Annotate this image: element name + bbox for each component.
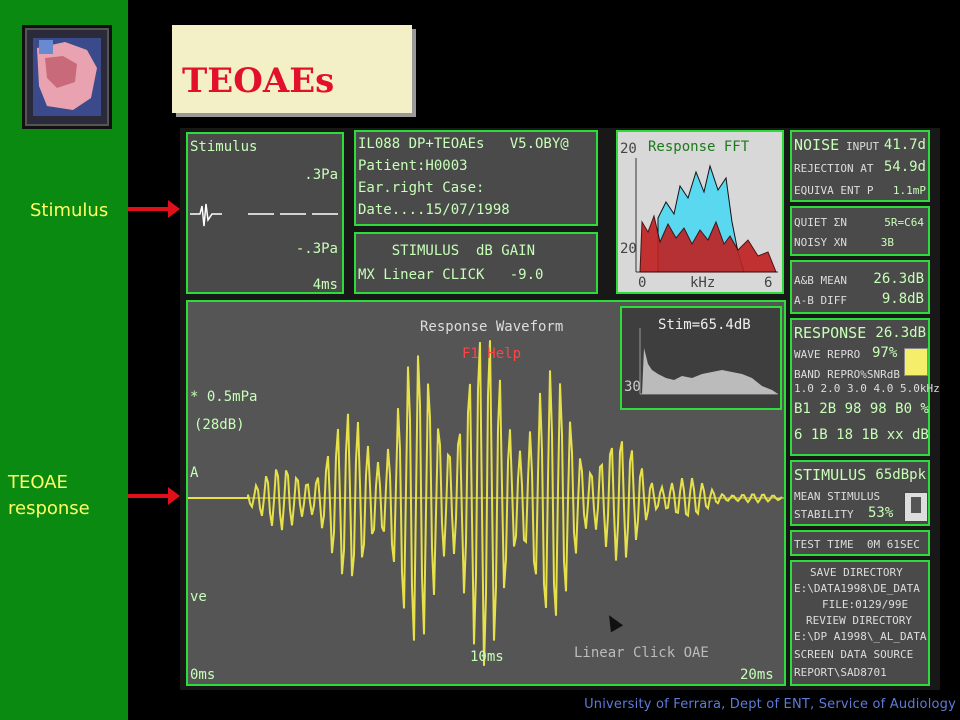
stim-spectrum-plot	[639, 328, 778, 395]
stimulus-summary-panel: STIMULUS 65dBpk MEAN STIMULUS STABILITY …	[790, 460, 930, 526]
stimulus-summary-heading: STIMULUS	[794, 466, 867, 484]
noise-row3-value: 1.1mP	[892, 184, 926, 197]
fft-plot	[635, 158, 778, 273]
page-title: TEOAEs	[182, 61, 335, 101]
help-hint[interactable]: F1 Help	[462, 346, 521, 362]
response-heading: RESPONSE	[794, 324, 867, 342]
noise-row3-label: EQUIVA ENT P	[794, 184, 874, 197]
info-panel: IL088 DP+TEOAEs V5.OBY@ Patient:H0003 Ea…	[354, 130, 598, 226]
noise-panel: NOISE INPUT 41.7d REJECTION AT 54.9d EQU…	[790, 130, 930, 202]
ab-diff-value: 9.8dB	[881, 291, 924, 307]
noise-row2-value: 54.9d	[883, 159, 926, 175]
test-time-panel: TEST TIME 0M 61SEC	[790, 530, 930, 556]
gain-row: MX Linear CLICK -9.0	[358, 267, 544, 283]
amplitude-scale-db: (28dB)	[194, 417, 245, 433]
fft-panel: Response FFT 20 20 0 kHz 6	[616, 130, 784, 294]
amplitude-scale: * 0.5mPa	[190, 389, 258, 405]
noise-row1-label: INPUT	[846, 140, 880, 153]
title-card: TEOAEs	[172, 25, 412, 113]
quiet-label: QUIET ΣN	[794, 216, 847, 229]
stability-label: STABILITY	[794, 508, 854, 521]
ve-label: ve	[190, 589, 207, 605]
response-value: 26.3dB	[875, 325, 926, 341]
time-10: 10ms	[470, 649, 504, 665]
mode-label: Linear Click OAE	[574, 645, 709, 661]
ear-case: Ear.right Case:	[358, 180, 485, 196]
ab-mean-value: 26.3dB	[873, 271, 924, 287]
noise-row2-label: REJECTION AT	[794, 162, 874, 175]
gain-header: STIMULUS dB GAIN	[358, 243, 536, 259]
noise-row1-value: 41.7d	[883, 137, 926, 153]
gain-panel: STIMULUS dB GAIN MX Linear CLICK -9.0	[354, 232, 598, 294]
repro-panel: A&B MEAN 26.3dB A-B DIFF 9.8dB	[790, 260, 930, 314]
save-directory-label: SAVE DIRECTORY	[810, 566, 903, 579]
footer-credit: University of Ferrara, Dept of ENT, Serv…	[584, 697, 956, 712]
waveform-panel: Response Waveform F1 Help * 0.5mPa (28dB…	[186, 300, 786, 686]
stability-indicator	[904, 492, 928, 522]
review-directory-label: REVIEW DIRECTORY	[806, 614, 912, 627]
stability-value: 53%	[868, 505, 894, 521]
screen-data-source-path: REPORT\SAD8701	[794, 666, 887, 679]
band-repro-row: B1 2B 98 98 B0 %	[794, 401, 929, 417]
stimulus-panel: Stimulus .3Pa -.3Pa 4ms	[186, 132, 344, 294]
quiet-value: 5R=C64	[884, 216, 924, 229]
response-label: response	[8, 498, 90, 519]
ab-diff-label: A-B DIFF	[794, 294, 847, 307]
mean-stimulus-label: MEAN STIMULUS	[794, 490, 881, 503]
test-date: Date....15/07/1998	[358, 202, 510, 218]
band-label: BAND REPRO%SNRdB	[794, 368, 900, 381]
time-0: 0ms	[190, 667, 216, 683]
waveform-title: Response Waveform	[420, 319, 564, 335]
test-time: TEST TIME 0M 61SEC	[794, 538, 920, 551]
band-snr-row: 6 1B 18 1B xx dB	[794, 427, 929, 443]
logo-art	[33, 38, 101, 116]
save-file: FILE:0129/99E	[822, 598, 909, 611]
teoae-label: TEOAE	[8, 472, 68, 493]
response-arrow-icon	[128, 487, 180, 505]
wave-repro-value: 97%	[872, 345, 898, 361]
repro-indicator	[904, 348, 928, 376]
stimulus-level: 65dBpk	[875, 467, 926, 483]
response-panel: RESPONSE 26.3dB WAVE REPRO 97% BAND REPR…	[790, 318, 940, 456]
ab-mean-label: A&B MEAN	[794, 274, 847, 287]
band-freqs: 1.0 2.0 3.0 4.0 5.0kHz	[794, 382, 940, 395]
quiet-panel: QUIET ΣN 5R=C64 NOISY XN 3B	[790, 206, 930, 256]
stimulus-arrow-icon	[128, 200, 180, 218]
stimulus-label: Stimulus	[30, 200, 109, 221]
instrument-screen: Stimulus .3Pa -.3Pa 4ms IL088 DP+TEOAEs …	[180, 128, 940, 690]
noisy-label: NOISY XN	[794, 236, 847, 249]
noisy-value: 3B	[880, 236, 894, 249]
directory-panel: SAVE DIRECTORY E:\DATA1998\DE_DATA FILE:…	[790, 560, 930, 686]
wave-repro-label: WAVE REPRO	[794, 348, 861, 361]
save-directory-path: E:\DATA1998\DE_DATA	[794, 582, 920, 595]
device-version: IL088 DP+TEOAEs V5.OBY@	[358, 136, 569, 152]
stimulus-trace	[190, 203, 338, 227]
screen-data-source-label: SCREEN DATA SOURCE	[794, 648, 914, 661]
patient-id: Patient:H0003	[358, 158, 468, 174]
review-directory-path: E:\DP A1998\_AL_DATA	[794, 630, 927, 643]
stim-spectrum-panel: Stim=65.4dB 30	[620, 306, 782, 410]
time-20: 20ms	[740, 667, 774, 683]
university-logo	[22, 25, 112, 129]
channel-a-label: A	[190, 465, 199, 481]
noise-heading: NOISE	[794, 136, 840, 154]
